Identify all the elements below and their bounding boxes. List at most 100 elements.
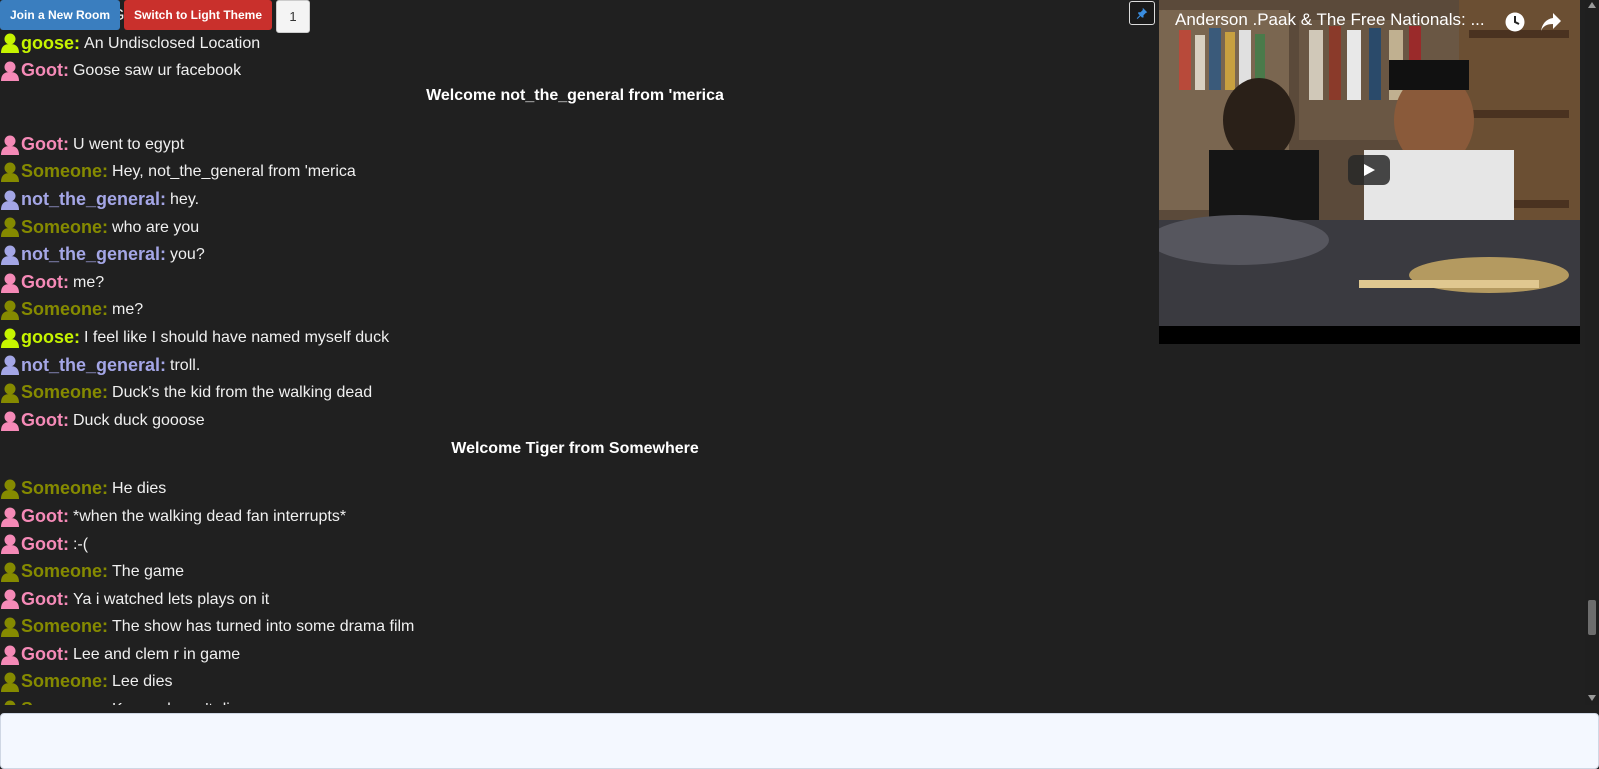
message-text: Kenny doesn't die [112,696,239,705]
message-group: Goot: U went to egypt Someone: Hey, not_the… [0,131,1150,435]
message-username[interactable]: Someone: [21,668,108,696]
chat-message: Goot: me? [0,269,1150,297]
chat-message: Goot: Ya i watched lets plays on it [0,586,1150,614]
message-text: Goose saw ur facebook [72,62,242,80]
scrollbar-thumb[interactable] [1588,600,1596,635]
chat-message: Goot::-( [0,531,1150,559]
message-group: Someone: He dies Goot: *when the walking de… [0,475,1150,705]
user-icon [1,383,19,403]
message-text: Duck duck gooose [72,411,205,429]
chat-message: Someone: Kenny doesn't die [0,696,1150,705]
message-text: Lee and clem r in game [72,645,241,663]
message-username[interactable]: Someone: [21,558,108,586]
message-username[interactable]: not_the_general: [21,186,166,214]
message-text: Ya i watched lets plays on it [72,590,270,608]
message-text: *when the walking dead fan interrupts* [72,507,347,525]
message-username[interactable]: Goot: [21,586,69,614]
message-username[interactable]: Someone: [21,613,108,641]
user-icon [1,562,19,582]
video-title[interactable]: Anderson .Paak & The Free Nationals: ... [1175,10,1505,30]
scroll-down-arrow-icon[interactable] [1588,695,1596,701]
chat-message: Someone: who are you [0,214,1150,242]
chat-scrollbar[interactable] [1585,0,1599,705]
clock-icon[interactable] [1504,11,1526,33]
message-text: you? [170,246,205,264]
message-username[interactable]: goose: [21,30,80,58]
chat-message: Someone: Lee dies [0,668,1150,696]
message-username[interactable]: Someone: [21,696,108,705]
play-button[interactable] [1348,155,1390,185]
chat-message: not_the_general: troll. [0,352,1150,380]
pin-icon [1136,7,1148,19]
message-text: Duck's the kid from the walking dead [112,384,373,402]
user-icon [1,672,19,693]
user-icon [1,273,19,293]
message-username[interactable]: Someone: [21,214,108,242]
message-text: The game [112,563,185,581]
message-text: me? [72,273,105,291]
message-username[interactable]: Goot: [21,531,69,559]
message-username[interactable]: Goot: [21,407,69,435]
message-username[interactable]: not_the_general: [21,352,166,380]
user-icon [1,645,19,665]
chat-message: Goot: Goose saw ur facebook [0,57,1150,85]
chat-message: Someone: He dies [0,475,1150,503]
message-input[interactable] [0,713,1599,769]
message-text: I feel like I should have named myself d… [84,328,390,346]
chat-message: Someone: Hey, not_the_general from 'meric… [0,158,1150,186]
message-username[interactable]: Someone: [21,296,108,324]
message-username[interactable]: Goot: [21,503,69,531]
user-icon [1,411,19,431]
join-new-room-button[interactable]: Join a New Room [0,0,121,30]
user-icon [1,33,19,54]
chat-log[interactable]: Someone:Goot xD goose:An Undisclosed Loc… [0,0,1150,705]
user-icon [1,617,19,638]
chat-message: Goot: *when the walking dead fan interrup… [0,503,1150,531]
user-icon [1,479,19,500]
share-icon[interactable] [1540,12,1562,32]
message-username[interactable]: Someone: [21,475,108,503]
message-username[interactable]: Goot: [21,131,69,159]
chat-message: goose: An Undisclosed Location [0,30,1150,58]
message-text: Lee dies [112,673,173,691]
message-text: troll. [170,356,201,374]
user-icon [1,328,19,348]
message-text: :-( [72,535,89,553]
message-text: who are you [112,218,200,236]
user-count-button[interactable]: 1 [276,0,311,33]
user-icon [1,355,19,376]
message-text: He dies [112,480,167,498]
switch-theme-button[interactable]: Switch to Light Theme [124,0,273,30]
message-text: An Undisclosed Location [84,34,261,52]
user-icon [4,700,16,705]
chat-message: Someone: Duck's the kid from the walking … [0,379,1150,407]
message-username[interactable]: not_the_general: [21,241,166,269]
message-list: Someone:Goot xD goose:An Undisclosed Loc… [0,5,1150,705]
user-icon [1,61,19,81]
welcome-message: Welcome Tiger from Somewhere [451,440,699,458]
chat-message: Someone: The show has turned into some dr… [0,613,1150,641]
pin-video-button[interactable] [1129,1,1155,25]
message-text: me? [112,301,144,319]
user-icon [1,162,19,183]
message-text: The show has turned into some drama film [112,618,415,636]
chat-message: Someone: The game [0,558,1150,586]
user-icon [1,589,19,610]
user-icon [1,245,19,265]
video-player[interactable]: Anderson .Paak & The Free Nationals: ... [1159,0,1580,344]
chat-message: Someone: me? [0,296,1150,324]
message-text: hey. [170,190,200,208]
message-username[interactable]: Someone: [21,158,108,186]
user-icon [1,190,19,210]
message-username[interactable]: Someone: [21,379,108,407]
message-group: goose: An Undisclosed Location Goot: Goose … [0,30,1150,85]
user-icon [1,217,19,238]
message-text: Hey, not_the_general from 'merica [112,163,356,181]
message-username[interactable]: Goot: [21,269,69,297]
message-username[interactable]: Goot: [21,641,69,669]
user-icon [1,534,19,555]
message-username[interactable]: Goot: [21,57,69,85]
message-username[interactable]: goose: [21,324,80,352]
scroll-up-arrow-icon[interactable] [1588,2,1596,8]
play-icon [1364,164,1375,176]
